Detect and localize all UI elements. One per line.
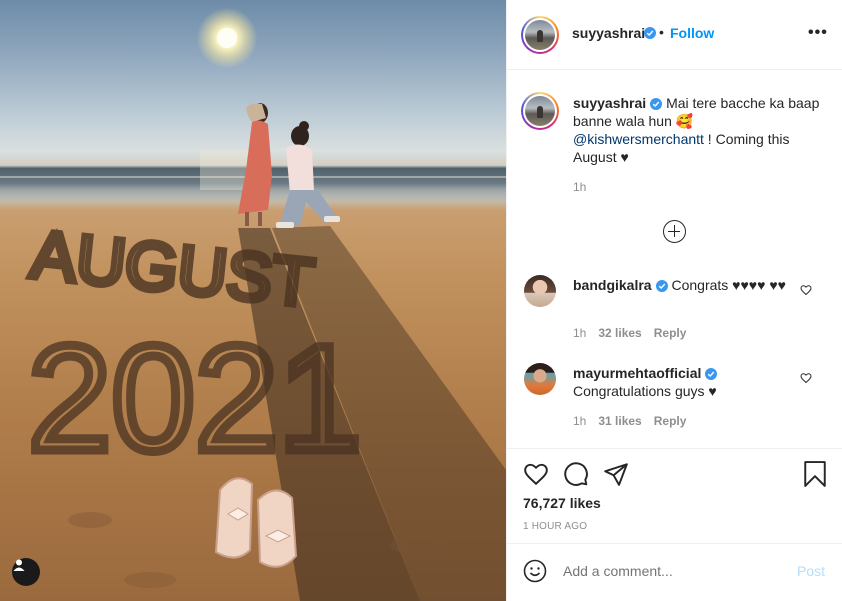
- post-timestamp[interactable]: 1 HOUR AGO: [523, 521, 587, 532]
- author-avatar[interactable]: [521, 16, 559, 54]
- verified-icon: [705, 368, 718, 380]
- verified-icon: [650, 98, 663, 110]
- caption-username[interactable]: suyyashrai: [573, 95, 646, 111]
- heart-icon[interactable]: [800, 284, 812, 296]
- emoji-icon[interactable]: [523, 559, 547, 583]
- baby-shoes: [214, 477, 298, 568]
- author-username[interactable]: suyyashrai: [572, 25, 645, 41]
- post-actions: 76,727 likes 1 HOUR AGO: [507, 448, 842, 543]
- photo-scene: AUGUST 2021: [0, 103, 506, 601]
- heart-icon[interactable]: [800, 372, 812, 384]
- reply-button[interactable]: Reply: [654, 414, 687, 428]
- header-separator: •: [659, 24, 664, 40]
- comment-username[interactable]: mayurmehtaofficial: [573, 365, 701, 381]
- caption-avatar[interactable]: [521, 92, 559, 130]
- post-header: suyyashrai • Follow •••: [507, 0, 842, 70]
- likes-count[interactable]: 76,727 likes: [523, 495, 601, 511]
- comment: mayurmehtaofficial Congratulations guys …: [573, 364, 795, 400]
- verified-icon: [655, 280, 668, 292]
- comment-time[interactable]: 1h: [573, 326, 586, 340]
- post-comment-button[interactable]: Post: [797, 563, 825, 579]
- comment-icon[interactable]: [563, 461, 589, 487]
- user-tag-icon[interactable]: [12, 558, 40, 586]
- comment-text: Congratulations guys ♥: [573, 383, 717, 399]
- post-side-panel: suyyashrai • Follow ••• suyyashrai Mai t…: [506, 0, 842, 601]
- comment: bandgikalra Congrats ♥♥♥♥ ♥♥: [573, 276, 795, 294]
- comment-text: Congrats ♥♥♥♥ ♥♥: [671, 277, 786, 293]
- plus-circle-icon[interactable]: [663, 220, 686, 243]
- post-caption: suyyashrai Mai tere bacche ka baap banne…: [573, 94, 829, 196]
- verified-icon: [644, 27, 656, 39]
- follow-button[interactable]: Follow: [670, 25, 714, 41]
- comment-input[interactable]: [563, 563, 783, 579]
- comment-meta: 1h 31 likes Reply: [573, 414, 686, 428]
- heart-icon[interactable]: [523, 461, 549, 487]
- avatar[interactable]: [524, 275, 556, 307]
- comment-likes[interactable]: 32 likes: [598, 326, 641, 340]
- post-photo[interactable]: AUGUST 2021: [0, 0, 506, 601]
- reply-button[interactable]: Reply: [654, 326, 687, 340]
- add-comment-bar: Post: [507, 543, 842, 601]
- bookmark-icon[interactable]: [803, 461, 827, 487]
- more-options-icon[interactable]: •••: [808, 24, 828, 42]
- avatar[interactable]: [524, 363, 556, 395]
- sand-text-2021: 2021: [28, 314, 362, 482]
- share-icon[interactable]: [603, 461, 629, 487]
- comment-time[interactable]: 1h: [573, 414, 586, 428]
- caption-time[interactable]: 1h: [573, 178, 829, 196]
- comment-username[interactable]: bandgikalra: [573, 277, 652, 293]
- comment-likes[interactable]: 31 likes: [598, 414, 641, 428]
- caption-mention[interactable]: @kishwersmerchantt: [573, 131, 704, 147]
- comment-meta: 1h 32 likes Reply: [573, 326, 686, 340]
